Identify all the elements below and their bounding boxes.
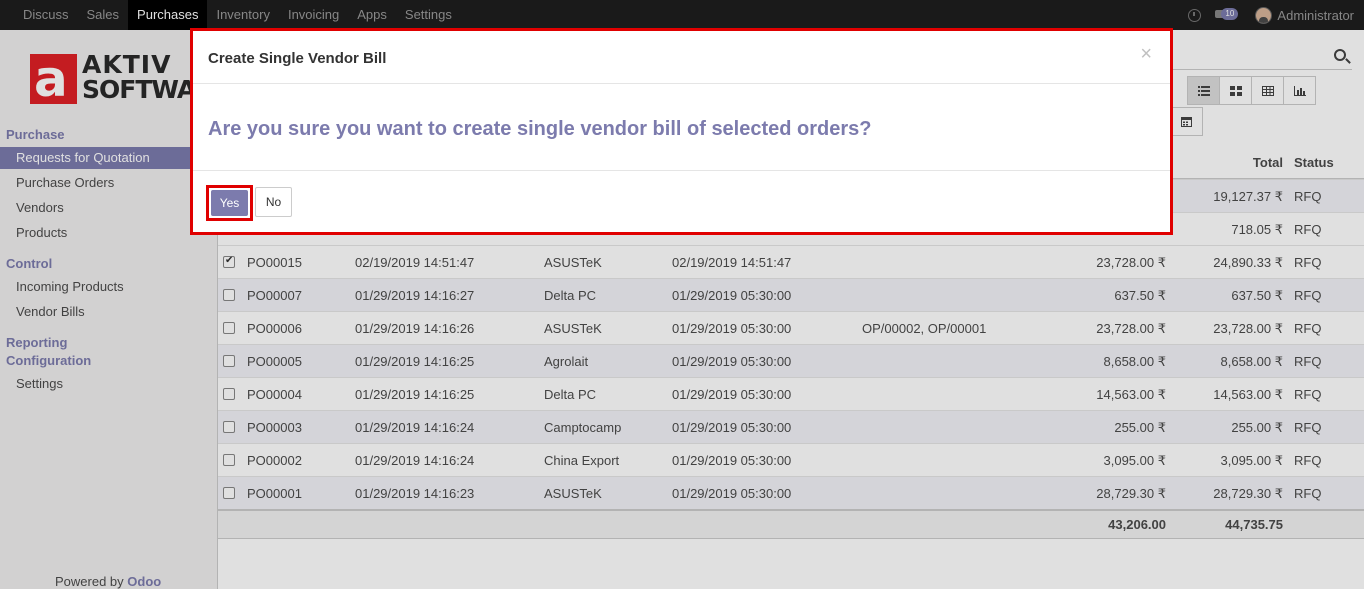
dialog-footer: Yes No	[193, 171, 1170, 232]
dialog-header: Create Single Vendor Bill ×	[193, 31, 1170, 84]
dialog-question: Are you sure you want to create single v…	[208, 118, 872, 140]
dialog-title: Create Single Vendor Bill	[208, 50, 387, 67]
no-button[interactable]: No	[255, 187, 292, 217]
yes-button[interactable]: Yes	[211, 190, 248, 216]
yes-button-highlight: Yes	[206, 185, 253, 221]
dialog-body: Are you sure you want to create single v…	[193, 84, 1170, 171]
close-icon[interactable]: ×	[1140, 43, 1152, 66]
confirm-dialog: Create Single Vendor Bill × Are you sure…	[190, 28, 1173, 235]
